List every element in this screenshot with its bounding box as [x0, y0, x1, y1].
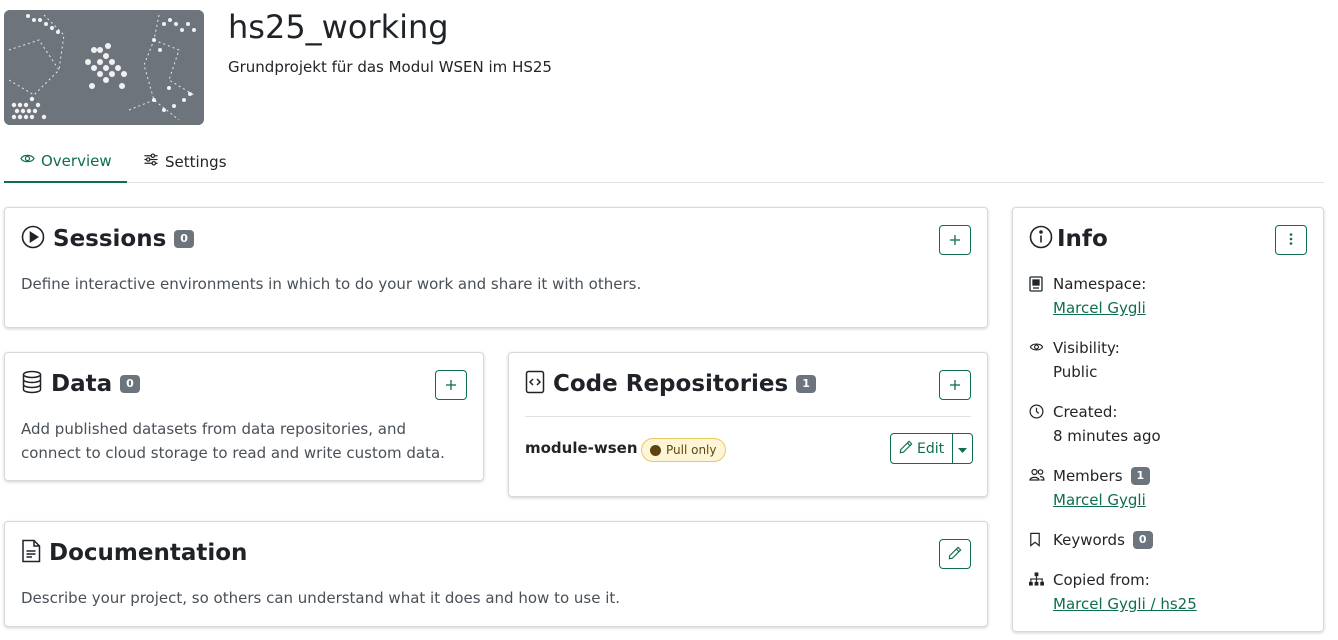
- caret-down-icon: [958, 439, 968, 458]
- member-link[interactable]: Marcel Gygli: [1053, 488, 1150, 512]
- data-header: Data 0: [21, 370, 140, 398]
- documentation-card: Documentation Describe your project, so …: [4, 521, 988, 627]
- tab-settings-label: Settings: [165, 152, 227, 171]
- people-icon: [1029, 464, 1045, 512]
- info-header: Info: [1029, 225, 1108, 253]
- pencil-icon: [948, 545, 962, 564]
- hierarchy-icon: [1029, 568, 1045, 616]
- plus-icon: [445, 376, 457, 395]
- project-thumbnail: [4, 10, 204, 125]
- clock-icon: [1029, 400, 1045, 448]
- eye-icon: [20, 151, 35, 170]
- project-tabs: Overview Settings: [4, 140, 1324, 183]
- data-description-line-2: connect to cloud storage to read and wri…: [21, 444, 445, 462]
- info-circle-icon: [1029, 225, 1053, 253]
- copied-from-link[interactable]: Marcel Gygli / hs25: [1053, 592, 1197, 616]
- sliders-icon: [143, 152, 159, 171]
- repository-divider: [525, 416, 971, 417]
- database-icon: [21, 370, 43, 398]
- info-copied-from: Copied from: Marcel Gygli / hs25: [1029, 568, 1197, 616]
- namespace-link[interactable]: Marcel Gygli: [1053, 296, 1146, 320]
- vertical-dots-icon: [1289, 231, 1293, 250]
- pull-only-badge: Pull only: [641, 438, 726, 462]
- edit-label: Edit: [917, 440, 945, 457]
- code-repositories-title: Code Repositories: [553, 371, 789, 397]
- info-card: Info Namespace: Marcel Gygli Visibility:…: [1012, 207, 1324, 632]
- info-more-options-button[interactable]: [1275, 225, 1307, 255]
- documentation-title: Documentation: [49, 540, 248, 566]
- code-file-icon: [525, 370, 545, 398]
- keywords-label: Keywords: [1053, 531, 1125, 549]
- document-icon: [21, 539, 41, 567]
- plus-icon: [949, 231, 961, 250]
- tab-settings[interactable]: Settings: [127, 140, 243, 183]
- project-description: Grundprojekt für das Modul WSEN im HS25: [228, 58, 552, 76]
- tab-overview-label: Overview: [41, 151, 112, 170]
- info-members: Members 1 Marcel Gygli: [1029, 464, 1151, 512]
- sessions-count-badge: 0: [174, 230, 194, 248]
- pull-only-label: Pull only: [666, 443, 717, 457]
- sessions-card: Sessions 0 Define interactive environmen…: [4, 207, 988, 328]
- data-description: Add published datasets from data reposit…: [21, 417, 445, 465]
- status-dot-icon: [650, 444, 661, 456]
- tab-overview[interactable]: Overview: [4, 140, 127, 183]
- visibility-value: Public: [1053, 363, 1098, 381]
- visibility-label: Visibility:: [1053, 339, 1120, 357]
- info-visibility: Visibility: Public: [1029, 336, 1120, 384]
- members-heading: Members 1: [1053, 464, 1151, 488]
- edit-repository-button[interactable]: Edit: [891, 434, 954, 463]
- keywords-heading: Keywords 0: [1053, 528, 1153, 552]
- info-created: Created: 8 minutes ago: [1029, 400, 1161, 448]
- add-repository-button[interactable]: [939, 370, 971, 400]
- id-card-icon: [1029, 272, 1045, 320]
- edit-documentation-button[interactable]: [939, 539, 971, 569]
- documentation-description: Describe your project, so others can und…: [21, 589, 621, 607]
- code-repositories-card: Code Repositories 1 module-wsen Pull onl…: [508, 352, 988, 497]
- sessions-header: Sessions 0: [21, 225, 194, 253]
- copied-from-label: Copied from:: [1053, 571, 1150, 589]
- edit-repository-split-button: Edit: [890, 433, 974, 464]
- plus-icon: [949, 376, 961, 395]
- members-label: Members: [1053, 467, 1123, 485]
- created-label: Created:: [1053, 403, 1118, 421]
- data-card: Data 0 Add published datasets from data …: [4, 352, 484, 481]
- created-value: 8 minutes ago: [1053, 427, 1161, 445]
- members-count-badge: 1: [1130, 467, 1151, 485]
- namespace-label: Namespace:: [1053, 275, 1147, 293]
- info-keywords: Keywords 0: [1029, 528, 1153, 552]
- eye-icon: [1029, 336, 1045, 384]
- play-circle-icon: [21, 225, 45, 253]
- info-title: Info: [1057, 226, 1108, 252]
- keywords-count-badge: 0: [1132, 531, 1153, 549]
- sessions-description: Define interactive environments in which…: [21, 275, 642, 293]
- data-title: Data: [51, 371, 113, 397]
- data-description-line-1: Add published datasets from data reposit…: [21, 420, 406, 438]
- add-session-button[interactable]: [939, 225, 971, 255]
- repository-name[interactable]: module-wsen: [525, 439, 638, 457]
- pencil-icon: [899, 440, 913, 458]
- edit-dropdown-toggle[interactable]: [953, 434, 972, 463]
- data-count-badge: 0: [120, 375, 140, 393]
- project-title: hs25_working: [228, 8, 449, 46]
- documentation-header: Documentation: [21, 539, 247, 567]
- sessions-title: Sessions: [53, 226, 167, 252]
- add-data-button[interactable]: [435, 370, 467, 400]
- info-namespace: Namespace: Marcel Gygli: [1029, 272, 1146, 320]
- bookmark-icon: [1029, 528, 1045, 552]
- code-repositories-count-badge: 1: [796, 375, 816, 393]
- code-repositories-header: Code Repositories 1: [525, 370, 816, 398]
